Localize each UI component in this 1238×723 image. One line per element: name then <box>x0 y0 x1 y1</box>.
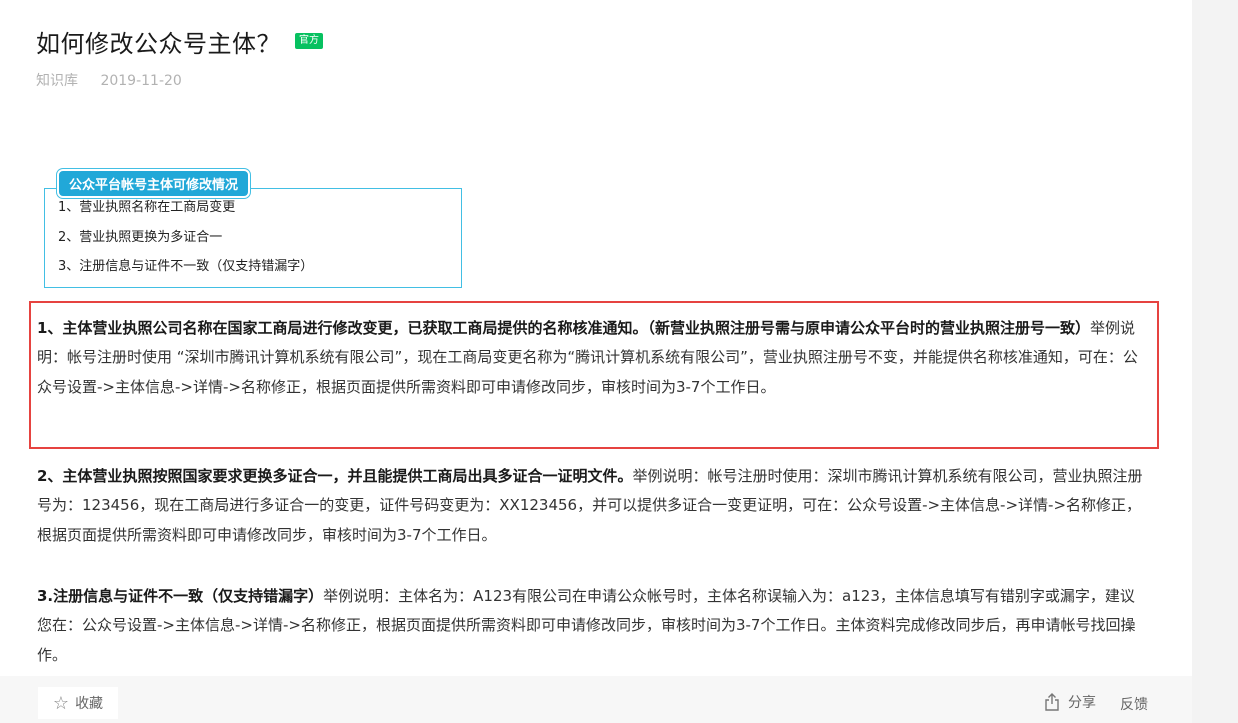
capsule-item: 3、注册信息与证件不一致（仅支持错漏字） <box>58 259 314 274</box>
section-2: 2、主体营业执照按照国家要求更换多证合一，并且能提供工商局出具多证合一证明文件。… <box>37 462 1147 550</box>
section-3-heading: 3.注册信息与证件不一致（仅支持错漏字） <box>37 587 324 605</box>
article-source: 知识库 <box>36 73 78 89</box>
favorite-button[interactable]: ☆ 收藏 <box>38 687 118 719</box>
section-1-heading: 1、主体营业执照公司名称在国家工商局进行修改变更，已获取工商局提供的名称核准通知… <box>37 319 1090 337</box>
star-icon: ☆ <box>52 692 70 714</box>
share-icon <box>1045 693 1059 711</box>
favorite-label: 收藏 <box>75 696 104 712</box>
official-badge: 官方 <box>295 32 323 49</box>
section-2-heading: 2、主体营业执照按照国家要求更换多证合一，并且能提供工商局出具多证合一证明文件。 <box>37 467 633 485</box>
section-3: 3.注册信息与证件不一致（仅支持错漏字）举例说明：主体名为：A123有限公司在申… <box>37 582 1147 670</box>
section-1: 1、主体营业执照公司名称在国家工商局进行修改变更，已获取工商局提供的名称核准通知… <box>37 314 1147 402</box>
article-date: 2019-11-20 <box>100 73 182 89</box>
right-gutter <box>1192 0 1238 723</box>
page-title: 如何修改公众号主体？ <box>36 30 281 58</box>
share-button[interactable]: 分享 <box>1044 692 1096 712</box>
title-row: 如何修改公众号主体？ 官方 <box>36 24 323 59</box>
report-button[interactable]: 反馈 <box>1120 694 1148 714</box>
article-meta: 知识库 2019-11-20 <box>36 70 182 90</box>
capsule-item: 1、营业执照名称在工商局变更 <box>58 200 236 215</box>
capsule-item: 2、营业执照更换为多证合一 <box>58 230 223 245</box>
footer-bar <box>0 676 1192 723</box>
share-label: 分享 <box>1068 695 1096 711</box>
capsule-header: 公众平台帐号主体可修改情况 <box>57 169 251 198</box>
